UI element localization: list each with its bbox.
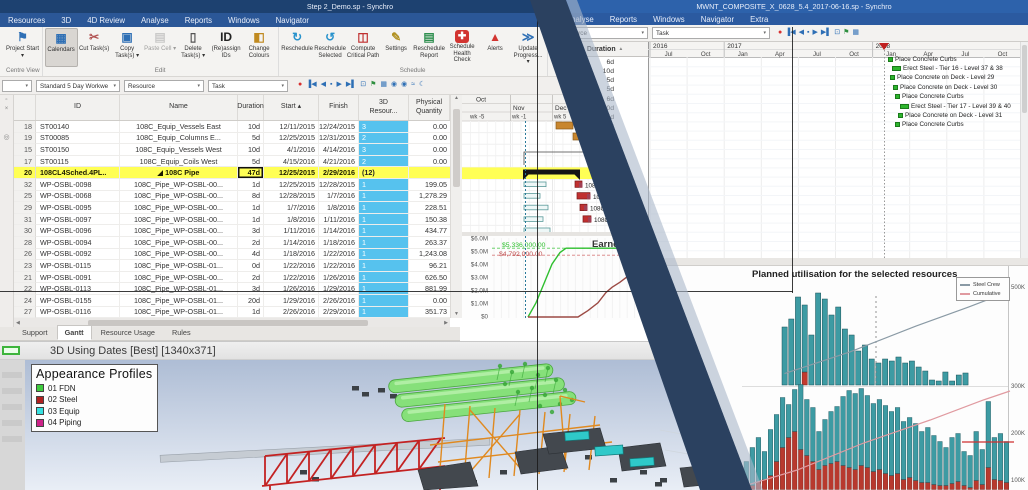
legend-items: 01 FDN 02 Steel 03 Equip 04 Piping: [36, 384, 153, 428]
svg-text:300K: 300K: [1011, 384, 1025, 390]
filter-icon[interactable]: ▼: [578, 46, 583, 52]
legend-label: 02 Steel: [48, 395, 77, 404]
legend-item: 03 Equip: [36, 407, 153, 416]
legend-item: 04 Piping: [36, 418, 153, 427]
legend-line-icon: [960, 293, 970, 295]
screenshot-canvas: Step 2_Demo.sp - Synchro Resources3D4D R…: [0, 0, 1028, 490]
legend-line-icon: [960, 284, 970, 286]
util-legend-label: Cumulative: [973, 291, 1001, 297]
utilisation-legend: Steel Crew Cumulative: [956, 277, 1010, 301]
utilisation-chart-title: Planned utilisation for the selected res…: [752, 269, 957, 280]
legend-label: 01 FDN: [48, 384, 76, 393]
svg-text:200K: 200K: [1011, 431, 1025, 437]
util-legend-item: Steel Crew: [960, 282, 1006, 288]
util-legend-label: Steel Crew: [973, 282, 1000, 288]
svg-text:500K: 500K: [1011, 285, 1025, 291]
duration-header-label: Duration: [587, 46, 616, 53]
sort-asc-icon: ▴: [620, 46, 623, 52]
data-date-marker-icon: [879, 43, 889, 50]
util-legend-item: Cumulative: [960, 291, 1006, 297]
legend-swatch-icon: [36, 407, 44, 415]
svg-text:100K: 100K: [1011, 478, 1025, 484]
legend-item: 01 FDN: [36, 384, 153, 393]
legend-swatch-icon: [36, 419, 44, 427]
legend-swatch-icon: [36, 396, 44, 404]
legend-swatch-icon: [36, 384, 44, 392]
legend-item: 02 Steel: [36, 395, 153, 404]
legend-label: 04 Piping: [48, 418, 81, 427]
appearance-profiles-legend: Appearance Profiles 01 FDN 02 Steel 03 E…: [31, 364, 158, 432]
legend-title: Appearance Profiles: [36, 367, 153, 381]
legend-label: 03 Equip: [48, 407, 80, 416]
